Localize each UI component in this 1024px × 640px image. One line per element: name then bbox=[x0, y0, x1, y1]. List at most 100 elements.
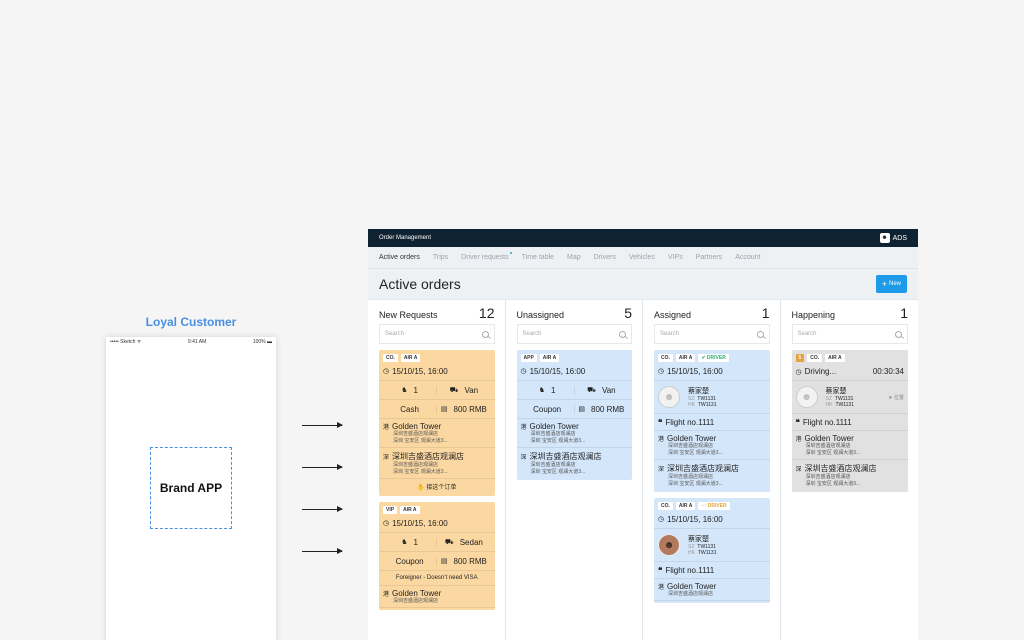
airport-tag: AIR A bbox=[825, 354, 845, 362]
driver-info-row: ☻ 蔡家楚 SZ TW1131 HK TW1131 bbox=[654, 381, 770, 414]
order-card[interactable]: APP AIR A ◷ 15/10/15, 16:00 ♞ 1 ⛟ Van Coupo… bbox=[516, 350, 632, 480]
new-order-button[interactable]: + New bbox=[875, 275, 907, 293]
pickup-location: 港 Golden Tower 深圳吉盛酒店观澜店 深圳 宝安区 观澜大道3... bbox=[791, 431, 908, 460]
tab-map[interactable]: Map bbox=[567, 254, 581, 261]
tab-account[interactable]: Account bbox=[735, 254, 760, 261]
tab-vehicles[interactable]: Vehicles bbox=[629, 254, 655, 261]
column-count: 1 bbox=[761, 305, 770, 321]
location-address: 深圳 宝安区 观澜大道3... bbox=[393, 438, 448, 444]
search-placeholder: Search bbox=[797, 331, 817, 337]
location-address: 深圳 宝安区 观澜大道3... bbox=[805, 481, 861, 487]
search-input[interactable]: Search bbox=[791, 324, 908, 344]
payment-row: Cash ▤ 800 RMB bbox=[379, 400, 495, 419]
location-address: 深圳 宝安区 观澜大道3... bbox=[530, 438, 586, 444]
order-card[interactable]: CO. AIR A ⋯ DRIVER ◷ 15/10/15, 16:00 ☻ 蔡家… bbox=[654, 498, 770, 603]
location-name: Golden Tower bbox=[392, 422, 442, 431]
pickup-location: 港 Golden Tower 深圳吉盛酒店观澜店 深圳 宝安区 观澜大道3... bbox=[379, 419, 495, 448]
person-icon: ♞ bbox=[401, 539, 408, 546]
source-tag: CO. bbox=[658, 502, 673, 510]
flight-row: ❝ Flight no.1111 bbox=[654, 562, 770, 579]
flow-arrow-3 bbox=[302, 506, 343, 512]
column-header: New Requests 12 bbox=[379, 306, 495, 320]
region-char: 深 bbox=[383, 455, 390, 461]
pax-vehicle-row: ♞ 1 ⛟ Sedan bbox=[379, 533, 495, 552]
hk-plate: TW1131 bbox=[835, 402, 854, 408]
pickup-time: ◷ 15/10/15, 16:00 bbox=[379, 362, 495, 381]
search-placeholder: Search bbox=[385, 331, 405, 337]
locate-driver-button[interactable]: ➤ 位置 bbox=[888, 394, 904, 401]
price: 800 RMB bbox=[453, 404, 487, 414]
search-icon bbox=[481, 330, 489, 338]
search-input[interactable]: Search bbox=[379, 324, 495, 344]
order-card[interactable]: 5 CO. AIR A ◷ Driving... 00:30:34 ☻ 蔡家楚 S… bbox=[791, 350, 909, 492]
nav-tabs: Active orders Trips Driver requests Time… bbox=[368, 247, 918, 269]
location-name: Golden Tower bbox=[667, 582, 717, 591]
order-card[interactable]: VIP AIR A ◷ 15/10/15, 16:00 ♞ 1 ⛟ Sedan Cou… bbox=[379, 502, 495, 610]
pickup-location: 港 Golden Tower 深圳吉盛酒店观澜店 bbox=[379, 586, 495, 608]
flow-arrow-1 bbox=[302, 422, 343, 428]
location-detail: 深圳吉盛酒店观澜店 bbox=[393, 462, 439, 468]
accept-label: 接这个订单 bbox=[426, 485, 457, 491]
person-icon: ♞ bbox=[538, 387, 546, 394]
brand-app-box[interactable]: Brand APP bbox=[150, 447, 232, 529]
search-input[interactable]: Search bbox=[654, 324, 770, 344]
column-count: 1 bbox=[900, 305, 908, 321]
accept-order-button[interactable]: ✋ 接这个订单 bbox=[379, 479, 495, 494]
flow-arrow-4 bbox=[302, 548, 343, 554]
tab-drivers[interactable]: Drivers bbox=[594, 254, 616, 261]
user-name: ADS bbox=[892, 234, 907, 242]
avatar: ☻ bbox=[658, 386, 680, 408]
payment-method: Coupon bbox=[395, 556, 424, 566]
pickup-location: 港 Golden Tower 深圳吉盛酒店观澜店 深圳 宝安区 观澜大道3... bbox=[516, 419, 632, 448]
dropoff-location: 深深圳吉盛酒店观澜店 深圳吉盛酒店观澜店 深圳 宝安区 观澜大道3... bbox=[792, 460, 909, 490]
phone-status-bar: ••••• Sketch ᯤ 9:41 AM 100% ▬ bbox=[106, 337, 276, 347]
tab-trips[interactable]: Trips bbox=[433, 254, 448, 261]
location-detail: 深圳吉盛酒店观澜店 bbox=[668, 443, 714, 449]
battery-status: 100% ▬ bbox=[252, 339, 272, 345]
tab-time-table[interactable]: Time table bbox=[522, 254, 554, 261]
flight-row: ❝ Flight no.1111 bbox=[791, 414, 908, 431]
time-value: 15/10/15, 16:00 bbox=[667, 366, 723, 376]
pax-count: 1 bbox=[551, 385, 556, 395]
search-placeholder: Search bbox=[522, 331, 542, 337]
tab-partners[interactable]: Partners bbox=[696, 254, 722, 261]
order-number-badge: 5 bbox=[795, 354, 805, 362]
payment-method: Coupon bbox=[533, 404, 562, 414]
region-char: 港 bbox=[658, 585, 665, 591]
quote-icon: ❝ bbox=[658, 565, 663, 575]
driver-name: 蔡家楚 bbox=[688, 536, 709, 543]
column-title: Happening bbox=[791, 310, 836, 320]
tab-vips[interactable]: VIPs bbox=[668, 254, 683, 261]
tab-driver-requests[interactable]: Driver requests bbox=[461, 252, 512, 261]
pickup-time: ◷ 15/10/15, 16:00 bbox=[379, 514, 495, 533]
location-name: Golden Tower bbox=[804, 434, 854, 443]
location-name: Golden Tower bbox=[392, 589, 442, 598]
column-title: Unassigned bbox=[516, 310, 565, 320]
order-card[interactable]: CO. AIR A ◷ 15/10/15, 16:00 ♞ 1 ⛟ Van Cash … bbox=[379, 350, 495, 496]
driver-name: 蔡家楚 bbox=[825, 388, 847, 395]
order-card[interactable]: CO. AIR A ✔ DRIVER ◷ 15/10/15, 16:00 ☻ 蔡家… bbox=[654, 350, 770, 492]
price: 800 RMB bbox=[453, 556, 487, 566]
location-address: 深圳 宝安区 观澜大道3... bbox=[668, 481, 723, 487]
car-icon: ⛟ bbox=[449, 386, 459, 394]
search-icon bbox=[895, 330, 902, 338]
flight-number: Flight no.1111 bbox=[802, 417, 852, 427]
loyal-customer-label: Loyal Customer bbox=[145, 315, 237, 329]
notification-dot-icon bbox=[509, 252, 512, 254]
driver-info-row: ☻ 蔡家楚 SZ TW1131 HK TW1131 bbox=[654, 529, 770, 562]
search-input[interactable]: Search bbox=[516, 324, 632, 344]
tab-active-orders[interactable]: Active orders bbox=[379, 254, 420, 261]
user-menu[interactable]: ☻ ADS bbox=[879, 233, 907, 243]
car-icon: ⛟ bbox=[444, 538, 454, 546]
region-char: 深 bbox=[795, 467, 802, 473]
card-icon: ▤ bbox=[578, 406, 585, 413]
flow-arrow-2 bbox=[302, 464, 343, 470]
hk-label: HK bbox=[688, 550, 695, 556]
location-address: 深圳 宝安区 观澜大道3... bbox=[530, 469, 586, 475]
time-value: 15/10/15, 16:00 bbox=[392, 518, 448, 528]
card-icon: ▤ bbox=[440, 406, 448, 413]
hk-label: HK bbox=[825, 402, 833, 408]
payment-method: Cash bbox=[400, 404, 419, 414]
hk-plate: TW1131 bbox=[697, 402, 717, 408]
passenger-notice: Foreigner - Doesn’t need VISA bbox=[379, 571, 495, 586]
